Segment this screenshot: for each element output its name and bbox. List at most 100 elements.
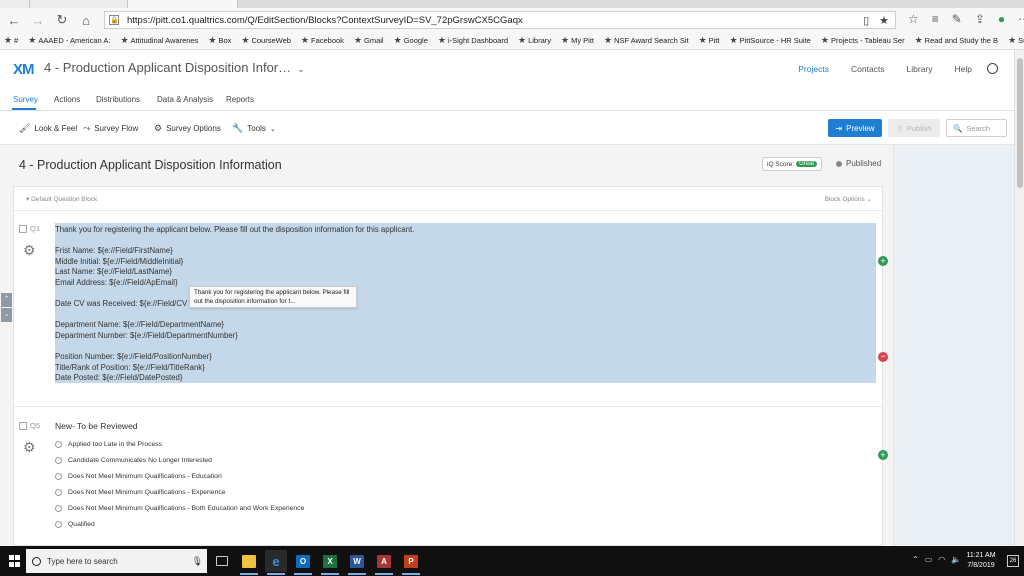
question-checkbox[interactable] (19, 422, 27, 430)
preview-button[interactable]: ⇥ Preview (828, 119, 882, 137)
choice-option[interactable]: Does Not Meet Minimum Qualifications - E… (55, 489, 226, 496)
file-explorer-icon[interactable] (238, 550, 260, 575)
choice-option[interactable]: Candidate Communicates No Longer Interes… (55, 457, 212, 464)
favorites-icon[interactable]: ☆ (908, 12, 919, 26)
tools-dropdown[interactable]: 🔧 Tools ⌄ (232, 123, 276, 134)
bookmark-item[interactable]: ★ # (4, 35, 18, 46)
remove-question-icon[interactable]: − (878, 352, 888, 362)
volume-icon[interactable]: 🔈 (951, 555, 961, 564)
choice-option[interactable]: Does Not Meet Minimum Qualifications - B… (55, 505, 304, 512)
link-contacts[interactable]: Contacts (851, 64, 885, 74)
block-name[interactable]: ▾ Default Question Block (26, 195, 97, 203)
browser-tab-placeholder[interactable] (0, 0, 30, 8)
gear-icon[interactable]: ⚙ (23, 242, 36, 259)
move-up-arrow-icon[interactable]: ⌃ (1, 293, 12, 307)
link-projects[interactable]: Projects (798, 64, 829, 74)
bookmark-item[interactable]: ★ i-Sight Dashboard (438, 35, 508, 46)
survey-options-button[interactable]: ⚙ Survey Options (154, 123, 221, 134)
tab-actions[interactable]: Actions (54, 95, 80, 104)
xm-logo[interactable]: XM (13, 61, 34, 78)
tab-data-analysis[interactable]: Data & Analysis (157, 95, 213, 104)
access-icon[interactable]: A (373, 550, 395, 575)
back-icon[interactable]: ← (4, 10, 24, 30)
gear-icon[interactable]: ⚙ (23, 439, 36, 456)
block-options-button[interactable]: Block Options ⌄ (825, 195, 872, 203)
page-scrollbar[interactable] (1014, 50, 1024, 546)
bookmark-item[interactable]: ★ Library (518, 35, 551, 46)
bookmark-item[interactable]: ★ Google (394, 35, 428, 46)
question-q1[interactable]: Q1 ⚙ Thank you for registering the appli… (14, 211, 882, 407)
bookmark-item[interactable]: ★ PittSource - HR Suite (730, 35, 811, 46)
bookmark-item[interactable]: ★Suggested Sites (1008, 35, 1024, 46)
add-question-above-icon[interactable]: + (878, 256, 888, 266)
bookmark-item[interactable]: ★ NSF Award Search Sit (604, 35, 689, 46)
choice-option[interactable]: Does Not Meet Minimum Qualifications - E… (55, 473, 222, 480)
bookmark-item[interactable]: ★ Attitudinal Awarenes (120, 35, 198, 46)
link-help[interactable]: Help (955, 64, 972, 74)
publish-button[interactable]: ⇧ Publish (888, 119, 940, 137)
reading-view-icon[interactable]: ▯ (863, 14, 869, 27)
home-icon[interactable]: ⌂ (76, 10, 96, 30)
radio-button[interactable] (55, 457, 62, 464)
microphone-icon[interactable]: 🎙 (192, 556, 203, 567)
tab-survey[interactable]: Survey (13, 95, 38, 104)
address-bar[interactable]: 🔒 https://pitt.co1.qualtrics.com/Q/EditS… (104, 11, 896, 29)
scrollbar-thumb[interactable] (1017, 58, 1023, 188)
outlook-icon[interactable]: O (292, 550, 314, 575)
survey-name-dropdown[interactable]: 4 - Production Applicant Disposition Inf… (44, 60, 305, 75)
forward-icon[interactable]: → (28, 10, 48, 30)
refresh-icon[interactable]: ↻ (52, 10, 72, 30)
bookmark-label: i-Sight Dashboard (447, 36, 508, 45)
taskbar-clock[interactable]: 11:21 AM 7/8/2019 (961, 551, 1001, 571)
windows-start-icon[interactable] (9, 555, 21, 567)
move-down-arrow-icon[interactable]: ⌄ (1, 308, 12, 322)
search-input[interactable]: 🔍 Search (946, 119, 1007, 137)
notifications-icon[interactable]: 26 (1007, 555, 1019, 567)
word-icon[interactable]: W (346, 550, 368, 575)
hub-icon[interactable]: ≡ (932, 12, 939, 26)
radio-button[interactable] (55, 521, 62, 528)
choice-option[interactable]: Applied too Late in the Process (55, 441, 162, 448)
radio-button[interactable] (55, 441, 62, 448)
favorite-star-icon[interactable]: ★ (879, 14, 889, 27)
taskbar-search-input[interactable]: Type here to search 🎙 (26, 549, 207, 573)
extension-icon[interactable]: ● (998, 12, 1005, 26)
tab-reports[interactable]: Reports (226, 95, 254, 104)
browser-tab-qualtrics-survey-system[interactable] (30, 0, 128, 8)
bookmark-item[interactable]: ★ AAAED - American A: (28, 35, 110, 46)
wifi-icon[interactable]: ◠ (938, 555, 945, 564)
more-icon[interactable]: ⋯ (1018, 12, 1024, 26)
choice-option[interactable]: Qualified (55, 521, 95, 528)
question-text-selected[interactable]: Thank you for registering the applicant … (55, 223, 876, 383)
bookmark-item[interactable]: ★ Projects - Tableau Ser (821, 35, 905, 46)
look-and-feel-button[interactable]: 🖌 Look & Feel (19, 123, 77, 134)
question-checkbox[interactable] (19, 225, 27, 233)
radio-button[interactable] (55, 489, 62, 496)
radio-button[interactable] (55, 473, 62, 480)
question-q5[interactable]: Q5 ⚙ New- To be Reviewed Applied too Lat… (14, 408, 882, 547)
add-question-below-icon[interactable]: + (878, 450, 888, 460)
edge-browser-icon[interactable]: e (265, 550, 287, 575)
bookmark-item[interactable]: ★ My Pitt (561, 35, 594, 46)
tab-distributions[interactable]: Distributions (96, 95, 140, 104)
iq-score-badge[interactable]: iQ Score: Great (762, 157, 822, 171)
user-account-icon[interactable] (987, 63, 998, 74)
bookmark-item[interactable]: ★ CourseWeb (241, 35, 291, 46)
share-icon[interactable]: ⇪ (975, 12, 985, 26)
bookmark-item[interactable]: ★ Gmail (354, 35, 384, 46)
bookmark-item[interactable]: ★ Box (208, 35, 231, 46)
bookmark-item[interactable]: ★ Pitt (699, 35, 720, 46)
status-badge: Published (836, 159, 881, 168)
browser-tab-edit-survey[interactable] (128, 0, 238, 8)
link-library[interactable]: Library (907, 64, 933, 74)
survey-flow-button[interactable]: ⤳ Survey Flow (83, 123, 138, 134)
excel-icon[interactable]: X (319, 550, 341, 575)
radio-button[interactable] (55, 505, 62, 512)
chevron-up-icon[interactable]: ⌃ (912, 555, 919, 564)
pen-icon[interactable]: ✎ (952, 12, 962, 26)
bookmark-item[interactable]: ★ Facebook (301, 35, 344, 46)
task-view-icon[interactable] (211, 550, 233, 572)
bookmark-item[interactable]: ★ Read and Study the B (915, 35, 998, 46)
network-icon[interactable]: ▭ (925, 555, 933, 564)
powerpoint-icon[interactable]: P (400, 550, 422, 575)
